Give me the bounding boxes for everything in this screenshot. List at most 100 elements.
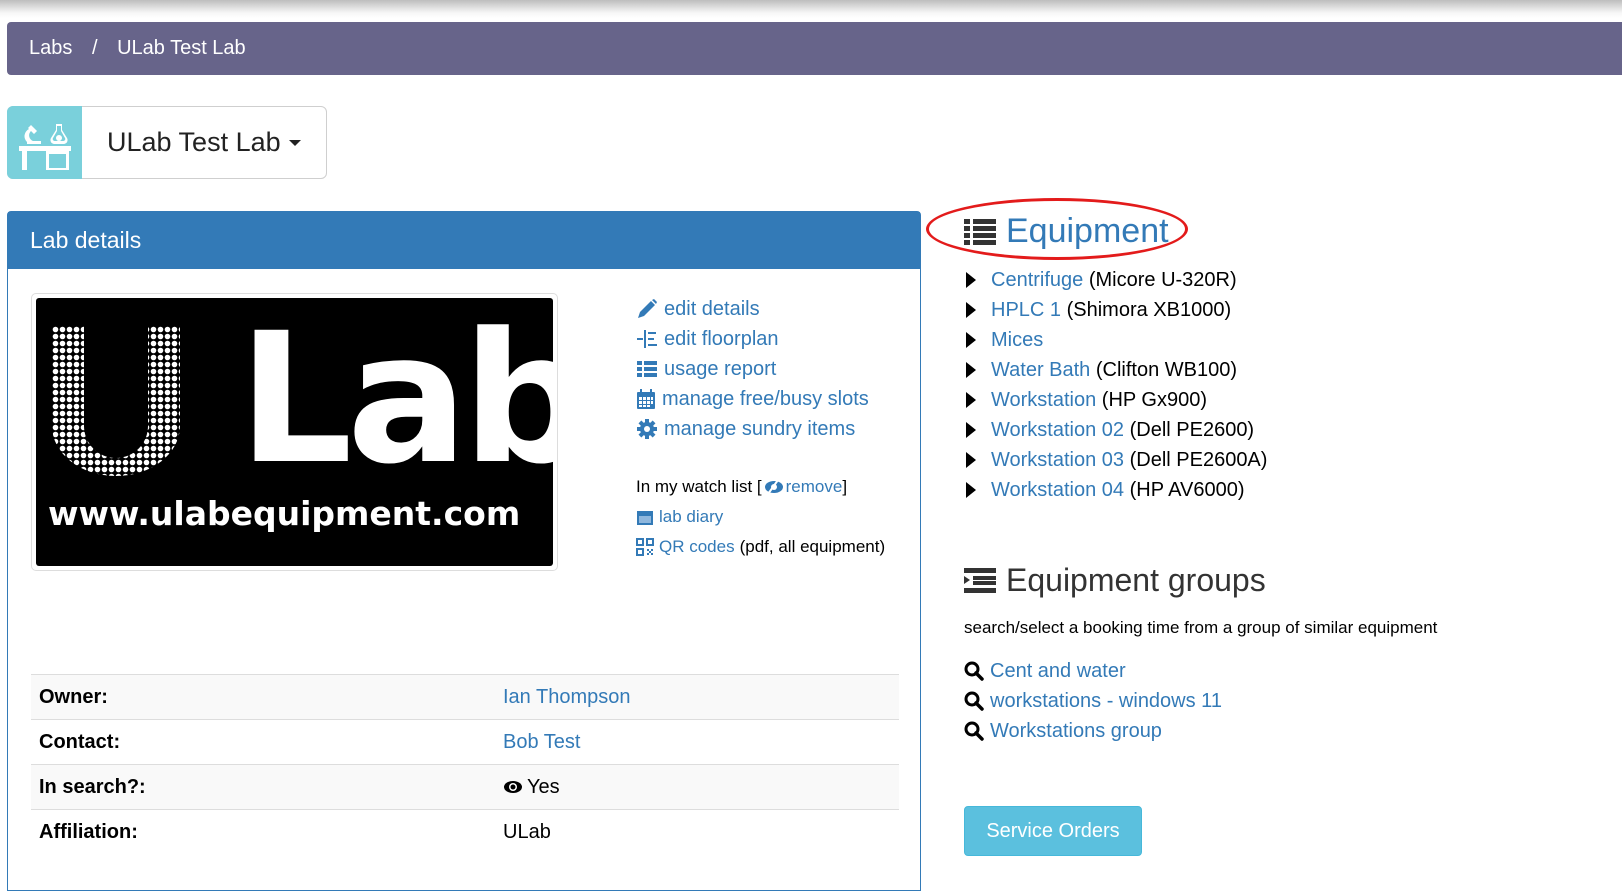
caret-right-icon[interactable]	[966, 362, 976, 378]
equipment-model: (Clifton WB100)	[1095, 358, 1238, 381]
list-icon	[637, 361, 657, 377]
list-item: HPLC 1 (Shimora XB1000)	[966, 295, 1267, 325]
watch-section: In my watch list [ remove ] lab diary QR…	[636, 472, 896, 562]
floorplan-icon	[637, 330, 657, 348]
usage-report-link[interactable]: usage report	[636, 354, 869, 384]
edit-floorplan-link[interactable]: edit floorplan	[636, 324, 869, 354]
search-icon	[964, 721, 984, 741]
caret-right-icon[interactable]	[966, 302, 976, 318]
calendar-icon	[637, 389, 655, 409]
equipment-link[interactable]: Workstation 02	[991, 419, 1124, 442]
logo-url-text: www.ulabequipment.com	[48, 494, 521, 533]
lab-bench-icon	[7, 106, 82, 179]
caret-right-icon[interactable]	[966, 272, 976, 288]
manage-slots-link[interactable]: manage free/busy slots	[636, 384, 869, 414]
qr-codes-link[interactable]: QR codes	[659, 532, 735, 562]
lab-logo-image: Lab www.ulabequipment.com	[31, 293, 558, 571]
manage-sundry-label: manage sundry items	[664, 417, 856, 440]
equipment-title[interactable]: Equipment	[1006, 212, 1169, 251]
caret-right-icon[interactable]	[966, 392, 976, 408]
in-search-label: In search?:	[31, 764, 495, 810]
list-item: Water Bath (Clifton WB100)	[966, 355, 1267, 385]
list-item: Workstations group	[964, 716, 1222, 746]
group-link[interactable]: Workstations group	[990, 720, 1162, 743]
list-item: Mices	[966, 325, 1267, 355]
table-row: Contact: Bob Test	[31, 719, 899, 765]
equipment-model: (Dell PE2600)	[1129, 418, 1255, 441]
caret-down-icon	[288, 139, 301, 146]
calendar-icon	[637, 511, 653, 525]
table-row: Owner: Ian Thompson	[31, 674, 899, 720]
gear-icon	[637, 419, 657, 439]
edit-details-link[interactable]: edit details	[636, 294, 869, 324]
equipment-link[interactable]: Mices	[991, 329, 1043, 352]
lab-diary-link[interactable]: lab diary	[659, 502, 723, 532]
list-item: Cent and water	[964, 656, 1222, 686]
breadcrumb: Labs / ULab Test Lab	[7, 22, 1622, 75]
caret-right-icon[interactable]	[966, 452, 976, 468]
edit-floorplan-label: edit floorplan	[664, 327, 779, 350]
eye-slash-icon	[764, 479, 783, 495]
logo-text: Lab	[238, 298, 553, 504]
remove-watch-link[interactable]: remove	[786, 472, 843, 502]
eye-icon	[504, 780, 522, 793]
contact-link[interactable]: Bob Test	[503, 731, 580, 753]
qr-codes-suffix: (pdf, all equipment)	[739, 537, 886, 556]
list-icon	[964, 218, 996, 245]
edit-details-label: edit details	[664, 297, 760, 320]
owner-link[interactable]: Ian Thompson	[503, 686, 631, 708]
dotted-u-logo-icon	[52, 326, 180, 476]
list-item: Workstation 03 (Dell PE2600A)	[966, 445, 1267, 475]
manage-slots-label: manage free/busy slots	[662, 387, 869, 410]
caret-right-icon[interactable]	[966, 332, 976, 348]
manage-sundry-link[interactable]: manage sundry items	[636, 414, 869, 444]
equipment-heading: Equipment	[964, 212, 1169, 251]
qrcode-icon	[636, 538, 654, 556]
affiliation-label: Affiliation:	[31, 809, 495, 854]
owner-label: Owner:	[31, 674, 495, 720]
pencil-icon	[638, 299, 657, 318]
usage-report-label: usage report	[664, 357, 777, 380]
breadcrumb-separator: /	[91, 37, 98, 59]
lab-details-panel: Lab details Lab www.ulabequipment.com ed…	[7, 211, 921, 891]
equipment-model: (HP AV6000)	[1129, 478, 1245, 501]
equipment-model: (HP Gx900)	[1101, 388, 1208, 411]
watch-list-prefix: In my watch list [	[636, 477, 762, 496]
lab-selector-label: ULab Test Lab	[107, 127, 281, 157]
equipment-groups-heading: Equipment groups	[964, 562, 1266, 599]
search-icon	[964, 661, 984, 681]
equipment-link[interactable]: Workstation 04	[991, 479, 1124, 502]
contact-label: Contact:	[31, 719, 495, 765]
list-item: Workstation 04 (HP AV6000)	[966, 475, 1267, 505]
breadcrumb-labs[interactable]: Labs	[29, 37, 72, 59]
equipment-groups-list: Cent and water workstations - windows 11…	[964, 656, 1222, 746]
equipment-list: Centrifuge (Micore U-320R) HPLC 1 (Shimo…	[966, 265, 1267, 505]
list-item: Workstation (HP Gx900)	[966, 385, 1267, 415]
affiliation-value: ULab	[495, 809, 899, 854]
in-search-value: Yes	[527, 775, 560, 798]
search-icon	[964, 691, 984, 711]
service-orders-button[interactable]: Service Orders	[964, 806, 1142, 856]
group-link[interactable]: Cent and water	[990, 660, 1126, 683]
browser-top-shade	[0, 0, 1622, 18]
caret-right-icon[interactable]	[966, 422, 976, 438]
lab-details-table: Owner: Ian Thompson Contact: Bob Test In…	[31, 674, 899, 854]
caret-right-icon[interactable]	[966, 482, 976, 498]
lab-actions: edit details edit floorplan usage report…	[636, 294, 869, 444]
table-row: Affiliation: ULab	[31, 809, 899, 854]
equipment-model: (Dell PE2600A)	[1129, 448, 1268, 471]
list-item: Workstation 02 (Dell PE2600)	[966, 415, 1267, 445]
equipment-link[interactable]: Workstation 03	[991, 449, 1124, 472]
group-link[interactable]: workstations - windows 11	[990, 690, 1222, 713]
breadcrumb-current: ULab Test Lab	[117, 37, 246, 59]
equipment-model: (Shimora XB1000)	[1066, 298, 1232, 321]
equipment-groups-title: Equipment groups	[1006, 562, 1266, 598]
equipment-link[interactable]: Centrifuge	[991, 269, 1083, 292]
equipment-link[interactable]: Workstation	[991, 389, 1096, 412]
equipment-link[interactable]: HPLC 1	[991, 299, 1061, 322]
lab-selector-dropdown[interactable]: ULab Test Lab	[7, 106, 327, 179]
panel-title: Lab details	[8, 212, 920, 269]
equipment-model: (Micore U-320R)	[1088, 268, 1237, 291]
equipment-link[interactable]: Water Bath	[991, 359, 1090, 382]
list-item: Centrifuge (Micore U-320R)	[966, 265, 1267, 295]
